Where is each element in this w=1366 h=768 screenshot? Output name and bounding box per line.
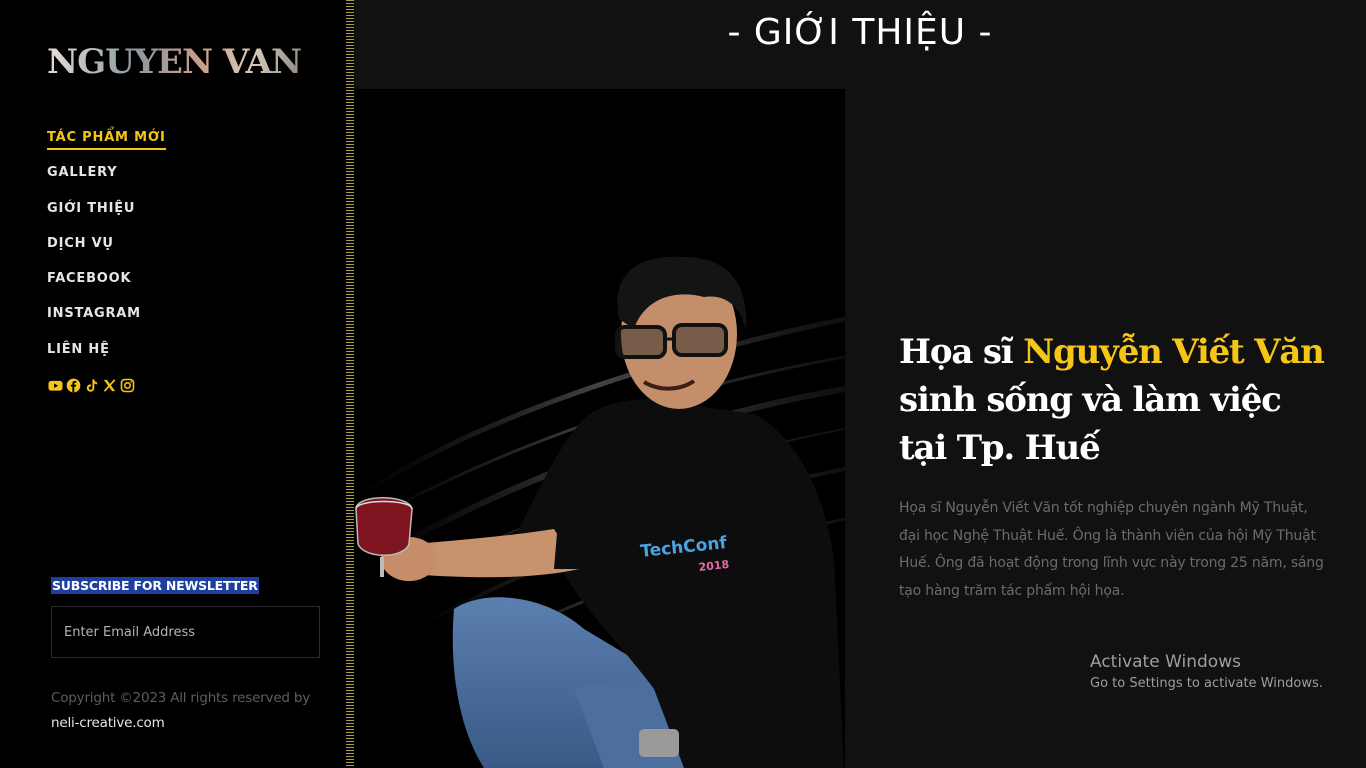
nav-link-about[interactable]: GIỚI THIỆU [47,201,135,219]
intro-heading-prefix: Họa sĩ [899,332,1024,372]
windows-activation-watermark: Activate Windows Go to Settings to activ… [1090,650,1323,694]
nav-link-new-works[interactable]: TÁC PHẨM MỚI [47,130,166,150]
nav-link-gallery[interactable]: GALLERY [47,165,118,183]
newsletter-title: SUBSCRIBE FOR NEWSLETTER [51,577,259,594]
intro-heading-line2: sinh sống và làm việc [899,380,1282,420]
nav-link-contact[interactable]: LIÊN HỆ [47,342,110,360]
nav-item-instagram: INSTAGRAM [47,304,166,339]
nav-item-new-works: TÁC PHẨM MỚI [47,128,166,163]
artist-photo: TechConf 2018 [354,89,845,768]
credit-link[interactable]: neli-creative.com [51,711,310,736]
main-nav: TÁC PHẨM MỚI GALLERY GIỚI THIỆU DỊCH VỤ … [47,128,166,375]
watermark-title: Activate Windows [1090,652,1241,672]
facebook-icon[interactable] [65,377,81,393]
youtube-icon[interactable] [47,377,63,393]
sidebar-divider [346,0,354,768]
instagram-icon[interactable] [119,377,135,393]
nav-link-services[interactable]: DỊCH VỤ [47,236,114,254]
nav-link-facebook[interactable]: FACEBOOK [47,271,131,289]
nav-item-services: DỊCH VỤ [47,234,166,269]
section-heading: - GIỚI THIỆU - [727,12,993,53]
intro-body: Họa sĩ Nguyễn Viết Văn tốt nghiệp chuyên… [899,500,1324,599]
x-icon[interactable] [101,377,117,393]
nav-link-instagram[interactable]: INSTAGRAM [47,306,141,324]
artist-name: Nguyễn Viết Văn [1023,332,1325,372]
nav-item-gallery: GALLERY [47,163,166,198]
intro-heading-line3: tại Tp. Huế [899,428,1101,468]
watermark-subtitle: Go to Settings to activate Windows. [1090,676,1323,691]
nav-item-about: GIỚI THIỆU [47,199,166,234]
social-links [47,377,135,393]
copyright-text: Copyright ©2023 All rights reserved by [51,690,311,706]
copyright: Copyright ©2023 All rights reserved by n… [51,686,310,736]
nav-item-contact: LIÊN HỆ [47,340,166,375]
sidebar: NGUYEN VAN TÁC PHẨM MỚI GALLERY GIỚI THI… [0,0,346,768]
site-logo[interactable]: NGUYEN VAN [47,41,302,83]
tiktok-icon[interactable] [83,377,99,393]
nav-item-facebook: FACEBOOK [47,269,166,304]
intro-heading: Họa sĩ Nguyễn Viết Văn sinh sống và làm … [899,328,1339,472]
email-field[interactable] [51,606,320,658]
